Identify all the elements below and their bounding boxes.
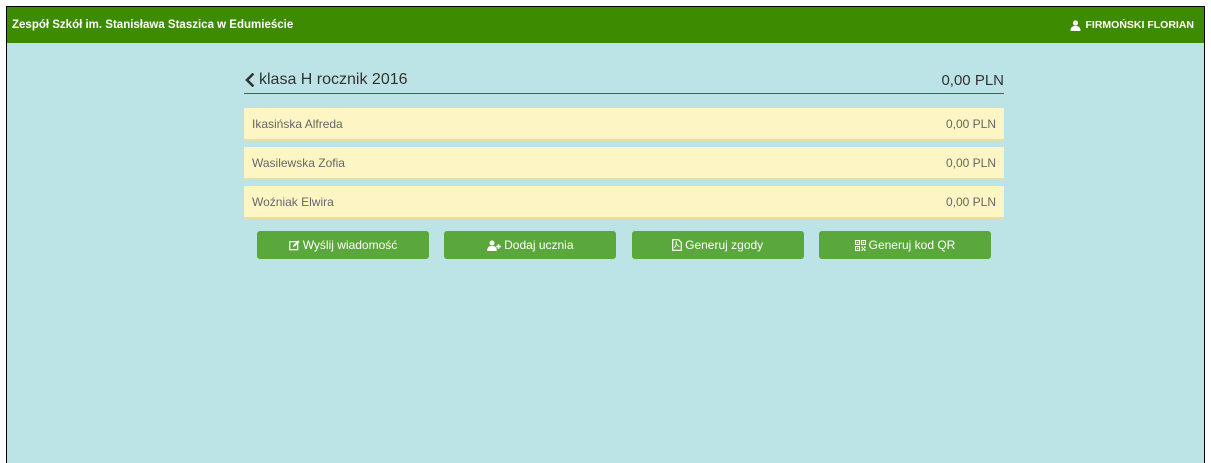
action-buttons: Wyślij wiadomość Dodaj ucznia Generuj zg… (244, 231, 1004, 259)
student-amount: 0,00 PLN (945, 116, 996, 131)
chevron-left-icon (245, 73, 255, 87)
pdf-file-icon (672, 239, 683, 251)
list-item[interactable]: Woźniak Elwira 0,00 PLN (244, 186, 1004, 219)
qrcode-icon (854, 239, 866, 251)
add-student-label: Dodaj ucznia (504, 238, 574, 252)
add-student-button[interactable]: Dodaj ucznia (444, 231, 617, 259)
back-button[interactable] (244, 73, 255, 87)
generate-qr-button[interactable]: Generuj kod QR (818, 231, 991, 259)
user-name: FIRMOŃSKI FLORIAN (1085, 19, 1195, 31)
student-name: Wasilewska Zofia (252, 155, 345, 170)
send-message-button[interactable]: Wyślij wiadomość (257, 231, 429, 259)
generate-qr-label: Generuj kod QR (868, 238, 956, 252)
page-title: klasa H rocznik 2016 (259, 71, 408, 88)
class-total-amount: 0,00 PLN (941, 71, 1004, 89)
list-item[interactable]: Ikasińska Alfreda 0,00 PLN (244, 108, 1004, 141)
app-window: Zespół Szkół im. Stanisława Staszica w E… (6, 6, 1205, 463)
send-message-label: Wyślij wiadomość (302, 238, 398, 252)
student-list: Ikasińska Alfreda 0,00 PLN Wasilewska Zo… (244, 108, 1004, 219)
student-name: Ikasińska Alfreda (252, 116, 343, 131)
edit-icon (288, 239, 300, 251)
class-panel: klasa H rocznik 2016 0,00 PLN Ikasińska … (244, 67, 1004, 259)
generate-consents-button[interactable]: Generuj zgody (631, 231, 804, 259)
student-amount: 0,00 PLN (945, 155, 996, 170)
generate-consents-label: Generuj zgody (685, 238, 764, 252)
list-item[interactable]: Wasilewska Zofia 0,00 PLN (244, 147, 1004, 180)
user-plus-icon (487, 240, 502, 251)
student-name: Woźniak Elwira (252, 194, 334, 209)
student-amount: 0,00 PLN (945, 194, 996, 209)
user-icon (1070, 19, 1080, 31)
top-navbar: Zespół Szkół im. Stanisława Staszica w E… (7, 7, 1204, 43)
class-header: klasa H rocznik 2016 0,00 PLN (244, 67, 1004, 94)
user-menu[interactable]: FIRMOŃSKI FLORIAN (1070, 19, 1195, 31)
school-name[interactable]: Zespół Szkół im. Stanisława Staszica w E… (12, 19, 293, 31)
